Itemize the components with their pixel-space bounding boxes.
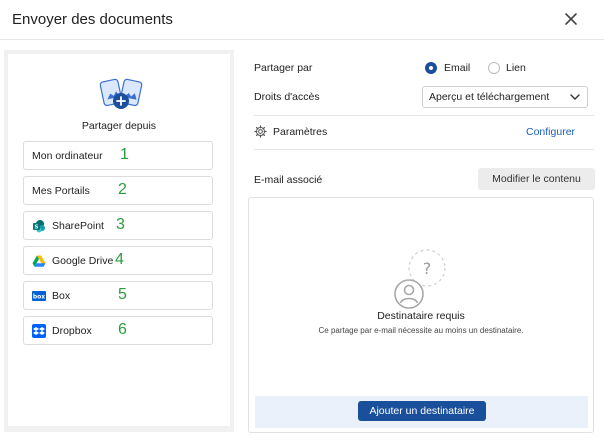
share-from-panel: Partager depuis Mon ordinateur 1 Mes Por… — [4, 50, 234, 432]
radio-email[interactable] — [425, 62, 437, 74]
settings-label: Paramètres — [273, 126, 328, 138]
source-sharepoint[interactable]: S SharePoint 3 — [23, 211, 213, 240]
recipient-placeholder-icon: ? — [394, 249, 446, 309]
source-my-computer[interactable]: Mon ordinateur 1 — [23, 141, 213, 170]
access-rights-value: Aperçu et téléchargement — [429, 91, 550, 103]
svg-text:?: ? — [423, 259, 432, 278]
radio-link[interactable] — [488, 62, 500, 74]
source-label: Box — [52, 290, 71, 302]
radio-link-label: Lien — [506, 62, 526, 74]
radio-email-label: Email — [444, 62, 471, 74]
share-from-inner: Partager depuis Mon ordinateur 1 Mes Por… — [8, 54, 230, 426]
add-recipient-button[interactable]: Ajouter un destinataire — [358, 401, 486, 421]
gear-icon — [254, 125, 267, 138]
source-dropbox[interactable]: Dropbox 6 — [23, 316, 213, 345]
access-rights-select[interactable]: Aperçu et téléchargement — [422, 86, 588, 108]
source-number: 5 — [118, 286, 127, 303]
source-label: Mon ordinateur — [32, 150, 103, 162]
associated-email-label: E-mail associé — [254, 174, 323, 186]
source-label: SharePoint — [52, 220, 104, 232]
recipient-footer: Ajouter un destinataire — [255, 396, 588, 428]
source-box[interactable]: box Box 5 — [23, 281, 213, 310]
dialog-header: Envoyer des documents — [0, 0, 604, 40]
recipient-panel: ? Destinataire requis Ce partage par e-m… — [248, 197, 594, 433]
source-number: 4 — [115, 251, 124, 268]
source-number: 2 — [118, 181, 127, 198]
source-google-drive[interactable]: Google Drive 4 — [23, 246, 213, 275]
close-icon[interactable] — [562, 10, 580, 28]
divider — [254, 149, 594, 150]
source-my-portals[interactable]: Mes Portails 2 — [23, 176, 213, 205]
source-number: 3 — [116, 216, 125, 233]
configure-link[interactable]: Configurer — [526, 126, 575, 138]
divider — [254, 115, 594, 116]
box-icon: box — [32, 291, 46, 301]
source-label: Dropbox — [52, 325, 92, 337]
source-number: 6 — [118, 321, 127, 338]
dropbox-icon — [32, 324, 46, 338]
svg-text:S: S — [35, 225, 39, 231]
source-label: Mes Portails — [32, 185, 90, 197]
share-by-label: Partager par — [254, 62, 313, 74]
chevron-down-icon — [570, 94, 580, 100]
google-drive-icon — [32, 255, 46, 267]
recipient-required-subtitle: Ce partage par e-mail nécessite au moins… — [318, 326, 524, 335]
share-documents-icon — [99, 78, 143, 109]
dialog-title: Envoyer des documents — [12, 11, 173, 28]
access-rights-label: Droits d'accès — [254, 91, 320, 103]
share-from-heading: Partager depuis — [81, 120, 157, 132]
recipient-required-title: Destinataire requis — [377, 310, 465, 322]
source-label: Google Drive — [52, 255, 114, 267]
edit-content-button[interactable]: Modifier le contenu — [478, 168, 595, 190]
svg-text:box: box — [33, 294, 45, 301]
sharepoint-icon: S — [33, 220, 45, 233]
source-number: 1 — [120, 146, 129, 163]
